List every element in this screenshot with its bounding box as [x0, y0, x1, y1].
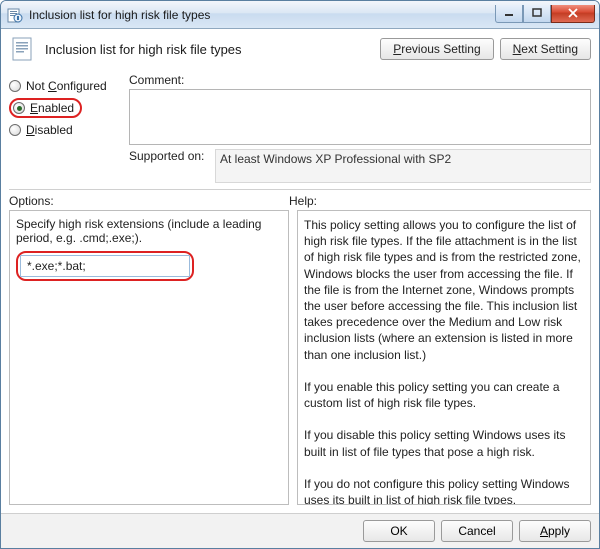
apply-button[interactable]: Apply: [519, 520, 591, 542]
policy-icon: [7, 7, 23, 23]
config-area: Not Configured Enabled Disabled Comment:: [9, 73, 591, 183]
minimize-button[interactable]: [495, 5, 523, 23]
comment-label: Comment:: [129, 73, 591, 87]
help-heading: Help:: [289, 194, 317, 208]
comment-input[interactable]: [129, 89, 591, 145]
panels: Specify high risk extensions (include a …: [9, 210, 591, 505]
document-icon: [9, 35, 37, 63]
content-area: Inclusion list for high risk file types …: [1, 29, 599, 513]
titlebar[interactable]: Inclusion list for high risk file types: [1, 1, 599, 29]
radio-icon: [9, 80, 21, 92]
radio-group: Not Configured Enabled Disabled: [9, 73, 121, 183]
supported-on-value: At least Windows XP Professional with SP…: [215, 149, 591, 183]
radio-icon: [13, 102, 25, 114]
next-setting-button[interactable]: Next Setting: [500, 38, 591, 60]
help-panel[interactable]: This policy setting allows you to config…: [297, 210, 591, 505]
footer: OK Cancel Apply: [1, 513, 599, 548]
radio-disabled[interactable]: Disabled: [9, 119, 121, 141]
extensions-input[interactable]: [20, 255, 190, 277]
window-title: Inclusion list for high risk file types: [29, 8, 495, 22]
radio-enabled[interactable]: Enabled: [9, 97, 121, 119]
comment-supported-col: Comment: Supported on: At least Windows …: [129, 73, 591, 183]
highlight-circle: [16, 251, 194, 281]
panel-headings: Options: Help:: [9, 194, 591, 208]
radio-icon: [9, 124, 21, 136]
options-label: Specify high risk extensions (include a …: [16, 217, 282, 245]
radio-not-configured[interactable]: Not Configured: [9, 75, 121, 97]
cancel-button[interactable]: Cancel: [441, 520, 513, 542]
options-heading: Options:: [9, 194, 289, 208]
header-row: Inclusion list for high risk file types …: [9, 35, 591, 63]
close-button[interactable]: [551, 5, 595, 23]
maximize-button[interactable]: [523, 5, 551, 23]
divider: [9, 189, 591, 190]
previous-setting-button[interactable]: Previous Setting: [380, 38, 493, 60]
options-panel: Specify high risk extensions (include a …: [9, 210, 289, 505]
policy-title: Inclusion list for high risk file types: [43, 42, 374, 57]
window-buttons: [495, 5, 595, 23]
dialog-window: Inclusion list for high risk file types …: [0, 0, 600, 549]
highlight-circle: Enabled: [9, 98, 82, 118]
supported-label: Supported on:: [129, 149, 209, 163]
ok-button[interactable]: OK: [363, 520, 435, 542]
